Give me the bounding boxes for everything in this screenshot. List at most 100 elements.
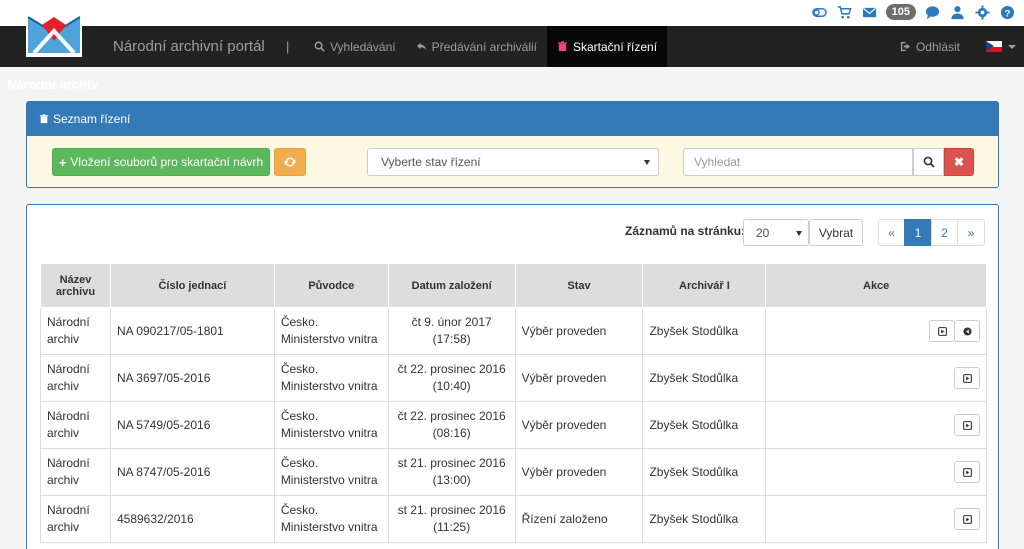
open-button[interactable] [954,414,980,436]
refresh-icon [284,157,296,167]
cell-state: Výběr proveden [514,401,644,449]
add-files-label: Vložení souborů pro skartační návrh [70,155,264,169]
per-page-select[interactable]: 20 [743,219,809,246]
logo-emblem [26,7,82,57]
table-row[interactable]: Národní archiv NA 3697/05-2016 Česko. Mi… [40,354,987,402]
col-created-date[interactable]: Datum založení [387,263,516,308]
portal-title[interactable]: Národní archivní portál [113,38,265,55]
cell-archive: Národní archiv [40,354,111,402]
help-icon[interactable]: ? [998,3,1016,21]
logo[interactable]: Národní archiv [0,5,108,93]
list-panel: Záznamů na stránku: 20 Vybrat « 1 2 » Ná… [26,204,999,549]
search-icon [314,41,325,52]
open-button[interactable] [929,320,955,342]
close-icon: ✖ [953,155,965,169]
logout-link[interactable]: Odhlásit [900,40,960,54]
cell-archivist: Zbyšek Stodůlka [642,354,767,402]
time-value: (17:58) [432,332,471,346]
open-button[interactable] [954,461,980,483]
cell-archive: Národní archiv [40,448,111,496]
search-button[interactable] [913,148,944,176]
cell-archive: Národní archiv [40,307,111,355]
col-archivist[interactable]: Archivář I [642,263,767,308]
cell-origin: Česko. Ministerstvo vnitra [273,401,389,449]
table-row[interactable]: Národní archiv NA 5749/05-2016 Česko. Mi… [40,401,987,449]
cell-archive: Národní archiv [40,495,111,543]
clear-search-button[interactable]: ✖ [944,148,974,176]
cell-archivist: Zbyšek Stodůlka [642,448,767,496]
nav-shredding[interactable]: Skartační řízení [547,26,668,67]
language-select[interactable] [986,41,1016,52]
apply-per-page-button[interactable]: Vybrat [809,219,863,246]
cell-archivist: Zbyšek Stodůlka [642,495,767,543]
search-placeholder: Vyhledat [694,155,741,169]
toggle-icon[interactable] [811,3,829,21]
play-icon [937,326,947,336]
refresh-button[interactable] [274,148,306,176]
time-value: (11:25) [433,520,471,534]
per-page-value: 20 [756,225,770,240]
state-select-value: Vyberte stav řízení [381,155,481,169]
cell-ref: NA 5749/05-2016 [109,401,275,449]
table-row[interactable]: Národní archiv 4589632/2016 Česko. Minis… [40,495,987,543]
col-archive-name[interactable]: Název archivu [40,263,111,308]
col-actions: Akce [765,263,987,308]
reply-icon [416,42,426,51]
open-button[interactable] [954,367,980,389]
main-nav: Vyhledávání Předávání archiválií Skartač… [304,26,668,67]
search-icon [923,156,935,168]
envelope-icon[interactable] [861,3,879,21]
chat-icon[interactable] [923,3,941,21]
nav-separator: | [286,39,290,54]
cell-origin: Česko. Ministerstvo vnitra [273,448,389,496]
time-value: (13:00) [432,473,471,487]
time-value: (10:40) [432,379,471,393]
nav-search[interactable]: Vyhledávání [304,26,406,67]
main-navbar: Národní archiv Národní archivní portál |… [0,7,1024,92]
cell-date: čt 9. únor 2017 (17:58) [387,307,516,355]
cell-state: Výběr proveden [514,448,644,496]
table-row[interactable]: Národní archiv NA 090217/05-1801 Česko. … [40,307,987,355]
open-button[interactable] [954,508,980,530]
chevron-down-icon [644,160,650,165]
table-row[interactable]: Národní archiv NA 8747/05-2016 Česko. Mi… [40,448,987,496]
svg-text:?: ? [1004,8,1010,18]
date-value: čt 22. prosinec 2016 [397,409,506,423]
search-input[interactable]: Vyhledat [683,148,913,176]
filter-panel: Seznam řízení + Vložení souborů pro skar… [26,101,999,188]
logo-text: Národní archiv [7,77,99,92]
pagination-page-2[interactable]: 2 [931,219,958,246]
pagination-next[interactable]: » [957,219,985,246]
cell-ref: NA 8747/05-2016 [109,448,275,496]
user-icon[interactable] [948,3,966,21]
gear-icon[interactable] [973,3,991,21]
cell-state: Řízení založeno [514,495,644,543]
pagination-page-1[interactable]: 1 [904,219,932,246]
nav-transfer[interactable]: Předávání archiválií [406,26,547,67]
chevron-down-icon [1008,44,1016,49]
state-select[interactable]: Vyberte stav řízení [367,148,659,176]
play-icon [962,420,972,430]
pagination-prev[interactable]: « [878,219,905,246]
trash-icon [39,114,49,124]
play-icon [962,514,972,524]
col-state[interactable]: Stav [514,263,644,308]
notification-badge[interactable]: 105 [885,4,916,20]
panel-title: Seznam řízení [53,112,131,126]
cell-date: čt 22. prosinec 2016 (10:40) [387,354,516,402]
utility-bar: 105 ? [0,0,1024,26]
date-value: čt 9. únor 2017 [411,315,492,329]
time-value: (08:16) [432,426,471,440]
back-button[interactable] [954,320,980,342]
cell-date: st 21. prosinec 2016 (11:25) [387,495,516,543]
cart-icon[interactable] [836,3,854,21]
add-files-button[interactable]: + Vložení souborů pro skartační návrh [52,148,270,176]
col-originator[interactable]: Původce [273,263,389,308]
cell-actions [765,495,987,543]
cell-state: Výběr proveden [514,307,644,355]
cell-origin: Česko. Ministerstvo vnitra [273,354,389,402]
col-reference-number[interactable]: Číslo jednací [109,263,275,308]
cell-archivist: Zbyšek Stodůlka [642,307,767,355]
date-value: st 21. prosinec 2016 [397,456,506,470]
pagination: « 1 2 » [878,219,985,246]
